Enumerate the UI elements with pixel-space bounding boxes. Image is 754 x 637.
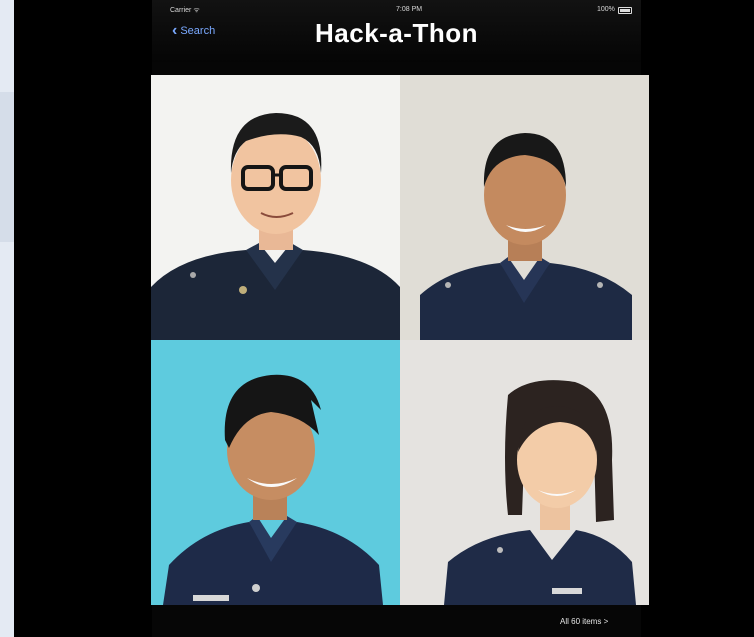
photo-tile-4[interactable] [400, 340, 649, 605]
navigation-bar: Carrier ᯤ 7:08 PM 100% ‹ Search Hack-a-T… [152, 0, 641, 62]
photo-tile-3[interactable] [151, 340, 400, 605]
left-margin [0, 0, 14, 637]
portrait-photo-icon [151, 113, 400, 340]
page-title: Hack-a-Thon [315, 18, 478, 48]
battery-percent: 100% [597, 6, 615, 13]
clock-label: 7:08 PM [396, 6, 423, 13]
portrait-photo-icon [444, 380, 636, 605]
portrait-photo-icon [420, 133, 632, 340]
margin-band [0, 92, 14, 242]
photo-tile-1[interactable] [151, 75, 400, 340]
carrier-label: Carrier ᯤ [170, 7, 200, 14]
battery-icon [618, 7, 632, 14]
all-items-link[interactable]: All 60 items > [560, 617, 608, 626]
photo-grid [151, 75, 649, 605]
photo-tile-2[interactable] [400, 75, 649, 340]
portrait-photo-icon [163, 374, 383, 605]
